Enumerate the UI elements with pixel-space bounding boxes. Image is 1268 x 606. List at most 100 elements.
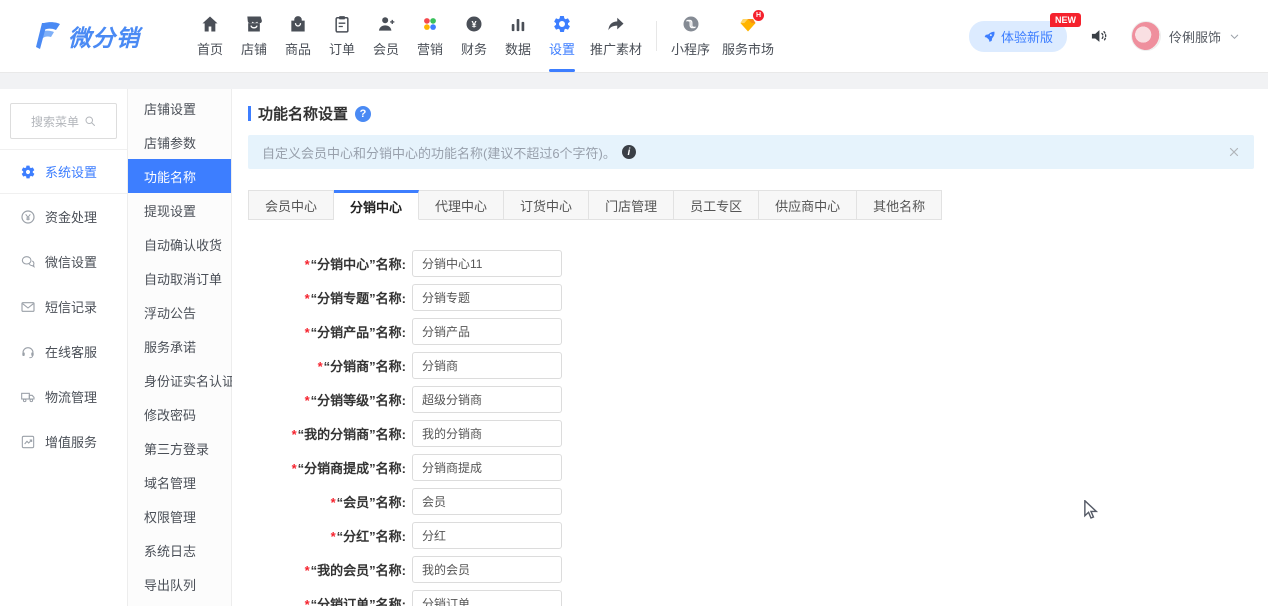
nav-label: 首页: [197, 39, 223, 58]
sidebar-item-value-added[interactable]: 增值服务: [0, 419, 127, 464]
submenu-item-auto-confirm[interactable]: 自动确认收货: [128, 227, 231, 261]
submenu-item-function-names[interactable]: 功能名称: [128, 159, 231, 193]
tab-other-names[interactable]: 其他名称: [857, 190, 942, 220]
tab-distribution-center[interactable]: 分销中心: [334, 190, 419, 220]
sidebar-item-sms[interactable]: 短信记录: [0, 284, 127, 329]
form-row: *“分红”名称:: [248, 518, 1254, 552]
submenu-item-shop-settings[interactable]: 店铺设置: [128, 91, 231, 125]
nav-promo-material[interactable]: 推广素材: [584, 0, 648, 72]
tab-member-center[interactable]: 会员中心: [248, 190, 334, 220]
required-mark: *: [331, 495, 336, 510]
help-icon[interactable]: ?: [355, 106, 371, 122]
field-label: *“分销商”名称:: [248, 356, 406, 375]
submenu-item-export-queue[interactable]: 导出队列: [128, 567, 231, 601]
distribution-product-name-input[interactable]: [412, 318, 562, 345]
required-mark: *: [331, 529, 336, 544]
nav-marketing[interactable]: 营销: [408, 0, 452, 72]
nav-label: 商品: [285, 39, 311, 58]
user-menu[interactable]: 伶俐服饰: [1131, 21, 1240, 51]
nav-orders[interactable]: 订单: [320, 0, 364, 72]
distribution-level-name-input[interactable]: [412, 386, 562, 413]
required-mark: *: [318, 359, 323, 374]
nav-label: 订单: [329, 39, 355, 58]
form-row: *“分销订单”名称:: [248, 586, 1254, 606]
required-mark: *: [305, 291, 310, 306]
submenu-item-withdraw[interactable]: 提现设置: [128, 193, 231, 227]
nav-finance[interactable]: ¥ 财务: [452, 0, 496, 72]
announcement-speaker-icon[interactable]: [1089, 26, 1109, 46]
field-label: *“分销商提成”名称:: [248, 458, 406, 477]
truck-icon: [20, 389, 36, 405]
distributor-commission-name-input[interactable]: [412, 454, 562, 481]
member-name-input[interactable]: [412, 488, 562, 515]
distribution-order-name-input[interactable]: [412, 590, 562, 606]
tab-agent-center[interactable]: 代理中心: [419, 190, 504, 220]
nav-home[interactable]: 首页: [188, 0, 232, 72]
tab-purchase-center[interactable]: 订货中心: [504, 190, 589, 220]
info-icon[interactable]: i: [622, 145, 636, 159]
logo-text: 微分销: [68, 19, 140, 53]
close-icon[interactable]: [1228, 146, 1240, 158]
my-distributor-name-input[interactable]: [412, 420, 562, 447]
nav-goods[interactable]: 商品: [276, 0, 320, 72]
distribution-center-name-input[interactable]: [412, 250, 562, 277]
field-label: *“分销产品”名称:: [248, 322, 406, 341]
center-tabs: 会员中心 分销中心 代理中心 订货中心 门店管理 员工专区 供应商中心 其他名称: [248, 190, 1254, 220]
submenu-item-domain[interactable]: 域名管理: [128, 465, 231, 499]
top-navbar: 微分销 首页 店铺 商品 订单 会员 营销 ¥ 财务: [0, 0, 1268, 73]
submenu-item-id-verify[interactable]: 身份证实名认证: [128, 363, 231, 397]
gear-icon: [20, 164, 36, 180]
submenu-item-third-party-login[interactable]: 第三方登录: [128, 431, 231, 465]
my-member-name-input[interactable]: [412, 556, 562, 583]
submenu-item-change-password[interactable]: 修改密码: [128, 397, 231, 431]
gear-icon: [552, 14, 572, 34]
bar-chart-icon: [508, 14, 528, 34]
sidebar-item-wechat[interactable]: 微信设置: [0, 239, 127, 284]
nav-miniprogram[interactable]: 小程序: [665, 0, 716, 72]
submenu-item-auto-cancel[interactable]: 自动取消订单: [128, 261, 231, 295]
sidebar-item-funds[interactable]: 资金处理: [0, 194, 127, 239]
sidebar-item-logistics[interactable]: 物流管理: [0, 374, 127, 419]
main-nav: 首页 店铺 商品 订单 会员 营销 ¥ 财务 数据: [188, 0, 780, 72]
sidebar-item-online-service[interactable]: 在线客服: [0, 329, 127, 374]
field-label: *“分红”名称:: [248, 526, 406, 545]
search-placeholder: 搜索菜单: [31, 113, 79, 130]
tab-staff-zone[interactable]: 员工专区: [674, 190, 759, 220]
nav-shop[interactable]: 店铺: [232, 0, 276, 72]
distribution-topic-name-input[interactable]: [412, 284, 562, 311]
menu-search-input[interactable]: 搜索菜单: [10, 103, 117, 139]
app-logo[interactable]: 微分销: [34, 19, 184, 53]
tab-supplier-center[interactable]: 供应商中心: [759, 190, 857, 220]
submenu-item-service-promise[interactable]: 服务承诺: [128, 329, 231, 363]
sidebar-item-system-settings[interactable]: 系统设置: [0, 149, 127, 194]
form-row: *“分销商”名称:: [248, 348, 1254, 382]
notice-banner: 自定义会员中心和分销中心的功能名称(建议不超过6个字符)。 i: [248, 135, 1254, 169]
nav-settings[interactable]: 设置: [540, 0, 584, 72]
shopping-bag-icon: [288, 14, 308, 34]
form-row: *“分销商提成”名称:: [248, 450, 1254, 484]
dividend-name-input[interactable]: [412, 522, 562, 549]
nav-service-market[interactable]: H 服务市场: [716, 0, 780, 72]
distributor-name-input[interactable]: [412, 352, 562, 379]
nav-members[interactable]: 会员: [364, 0, 408, 72]
submenu-item-permissions[interactable]: 权限管理: [128, 499, 231, 533]
submenu-item-float-notice[interactable]: 浮动公告: [128, 295, 231, 329]
try-new-label: 体验新版: [1001, 27, 1053, 46]
required-mark: *: [292, 427, 297, 442]
logo-mark-icon: [34, 21, 62, 51]
tab-store-management[interactable]: 门店管理: [589, 190, 674, 220]
search-icon: [84, 115, 96, 127]
avatar: [1131, 21, 1161, 51]
submenu-item-shop-params[interactable]: 店铺参数: [128, 125, 231, 159]
page-body: 搜索菜单 系统设置 资金处理 微信设置 短信记录 在线客服 物流管理: [0, 89, 1268, 606]
submenu-item-system-log[interactable]: 系统日志: [128, 533, 231, 567]
required-mark: *: [305, 393, 310, 408]
try-new-version-button[interactable]: 体验新版 NEW: [969, 21, 1067, 52]
new-badge: NEW: [1050, 13, 1081, 27]
clipboard-icon: [332, 14, 352, 34]
gem-icon: H: [738, 14, 758, 34]
nav-label: 店铺: [241, 39, 267, 58]
sidebar-item-label: 资金处理: [45, 207, 97, 226]
miniprogram-icon: [681, 14, 701, 34]
nav-data[interactable]: 数据: [496, 0, 540, 72]
